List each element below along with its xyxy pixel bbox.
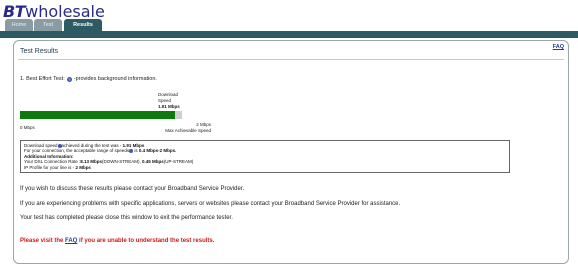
upstream-rate: 0.45 Mbps (141, 159, 164, 165)
info-line-2-pre: For your connection, the acceptable rang… (24, 148, 130, 154)
tab-home[interactable]: Home (5, 19, 33, 31)
info-line-2-val: 0.4 Mbps-2 Mbps. (138, 148, 177, 154)
contact-paragraph: If you wish to discuss these results ple… (20, 186, 245, 192)
info-line-1-pre: Download speed (24, 143, 58, 148)
title-divider (18, 59, 564, 60)
download-speed-label: Download Speed 1.91 Mbps (158, 92, 180, 110)
help-icon[interactable]: ? (66, 76, 72, 82)
speed-bar (20, 111, 182, 119)
results-panel: FAQ Test Results 1. Best Effort Test: ? … (13, 40, 569, 264)
nav-bar (0, 31, 578, 38)
downstream-rate: 8.13 Mbps (80, 159, 102, 165)
faq-notice-pre: Please visit the (20, 238, 66, 244)
info-line-5: IP Profile for your line is - 2 Mbps (24, 165, 506, 170)
faq-link-top[interactable]: FAQ (553, 44, 564, 50)
info-box: Download speed achieved during the test w… (20, 140, 510, 173)
download-value: 1.91 Mbps (158, 104, 180, 109)
info-line-1-mid: achieved during the test was - (61, 143, 123, 148)
info-line-4-post: (UP-STREAM) (163, 159, 194, 165)
axis-max-caption: Max Achievable Speed (165, 128, 211, 133)
info-line-4-mid: (DOWN-STREAM), (101, 159, 142, 165)
faq-notice-post: if you are unable to understand the test… (77, 238, 215, 244)
intro-suffix: -provides background information. (73, 76, 157, 82)
info-line-4-pre: Your DSL Connection Rate : (24, 159, 81, 165)
tab-results[interactable]: Results (64, 19, 102, 31)
info-line-1-val: 1.91 Mbps (122, 143, 145, 148)
axis-min-label: 0 Mbps (20, 125, 35, 130)
axis-max-label: 2 Mbps Max Achievable Speed (158, 122, 211, 134)
tab-test[interactable]: Test (34, 19, 62, 31)
speed-bar-fill (20, 111, 175, 119)
ip-profile-value: 2 Mbps (75, 164, 91, 170)
page-title: Test Results (20, 48, 59, 55)
best-effort-intro: 1. Best Effort Test: ? -provides backgro… (20, 76, 157, 82)
faq-notice: Please visit the FAQ if you are unable t… (20, 238, 214, 244)
faq-link[interactable]: FAQ (65, 238, 77, 244)
completed-paragraph: Your test has completed please close thi… (20, 215, 233, 221)
info-line-5-pre: IP Profile for your line is - (24, 164, 76, 170)
problems-paragraph: If you are experiencing problems with sp… (20, 201, 401, 207)
logo: BT wholesale (3, 2, 105, 21)
info-heading: Additional Information: (24, 153, 74, 159)
intro-prefix: 1. Best Effort Test: (20, 76, 65, 82)
